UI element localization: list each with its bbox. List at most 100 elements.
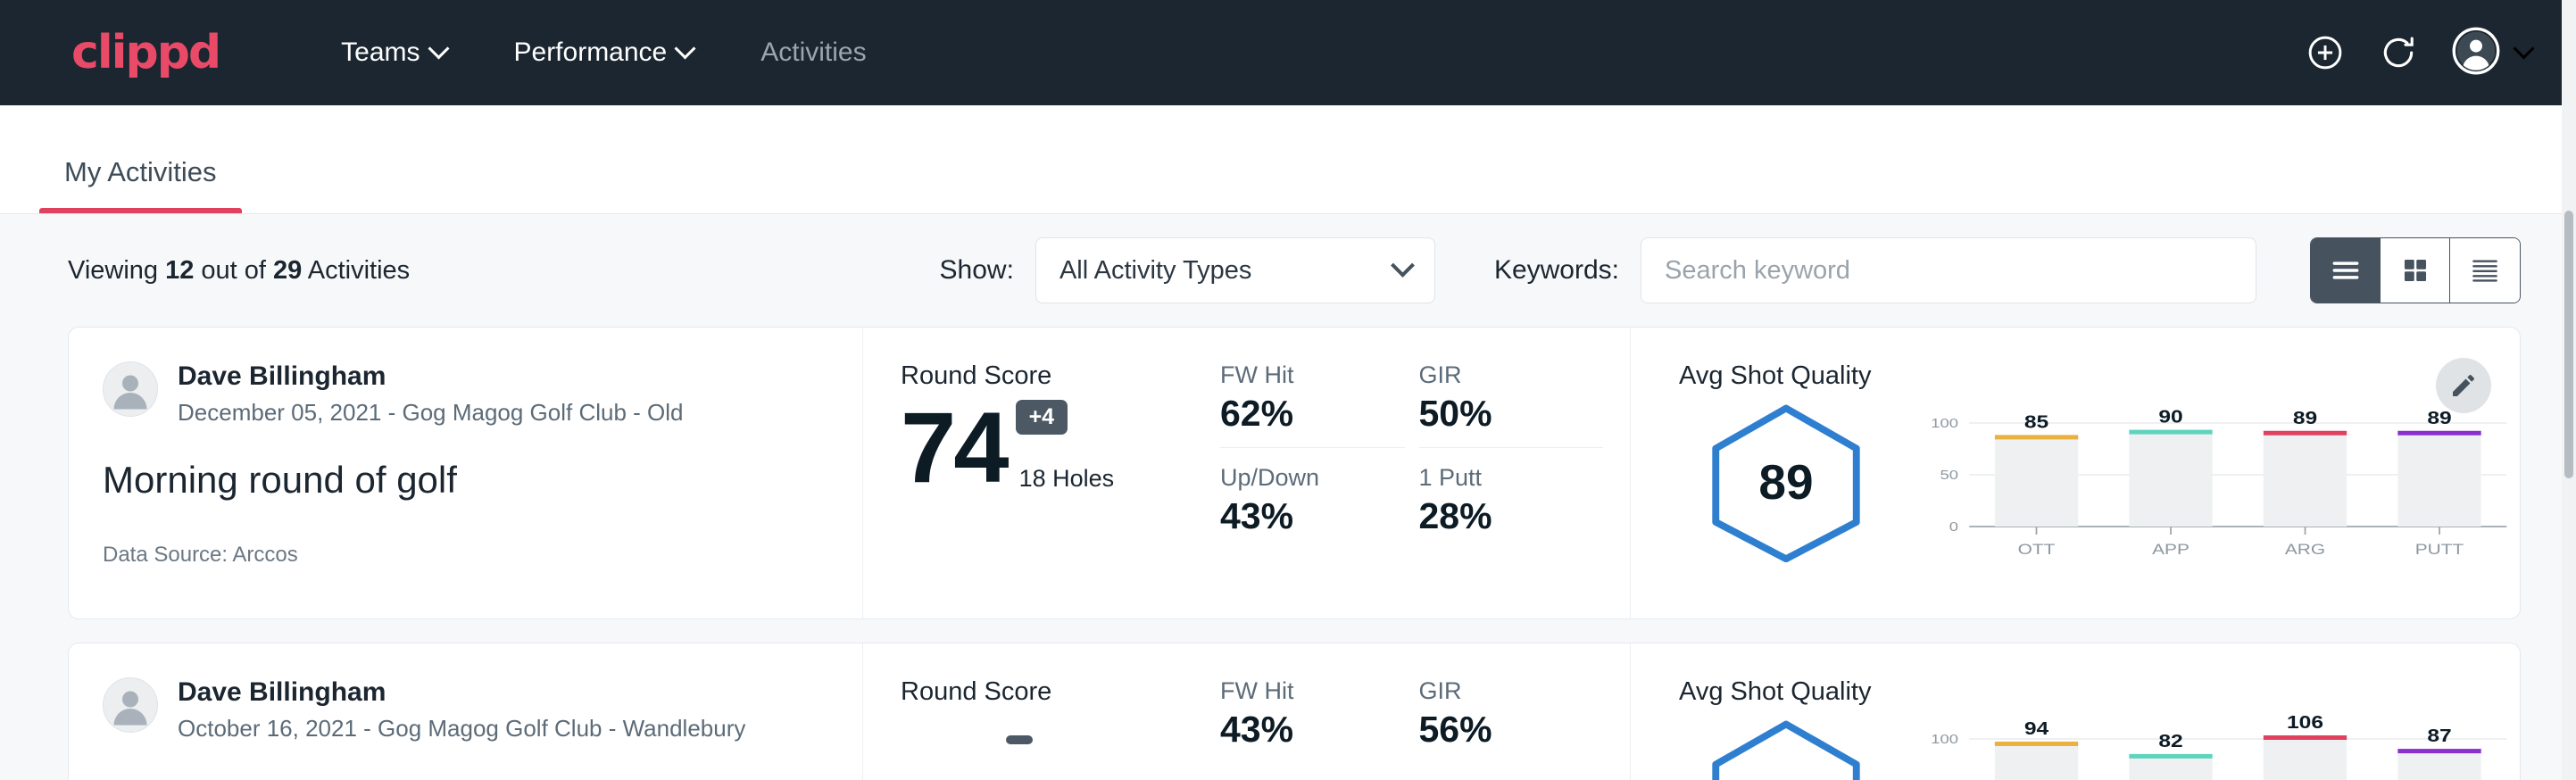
svg-text:0: 0 bbox=[1949, 519, 1958, 535]
stat-gir-value: 56% bbox=[1419, 709, 1604, 751]
activity-summary: Dave Billingham October 16, 2021 - Gog M… bbox=[69, 643, 863, 780]
score-to-par-badge: +4 bbox=[1016, 400, 1068, 435]
add-circle-icon[interactable] bbox=[2306, 33, 2345, 72]
shot-quality-bar-chart: 05010085OTT90APP89ARG89PUTT bbox=[1906, 396, 2520, 566]
data-source-label: Data Source: Arccos bbox=[103, 543, 827, 568]
chevron-down-icon bbox=[1391, 253, 1415, 278]
round-score-row: 74 +4 18 Holes bbox=[901, 398, 1220, 498]
account-menu[interactable] bbox=[2452, 27, 2531, 79]
svg-text:89: 89 bbox=[2293, 408, 2317, 427]
avatar bbox=[103, 361, 158, 417]
stat-gir-label: GIR bbox=[1419, 677, 1604, 705]
activity-date-course: October 16, 2021 - Gog Magog Golf Club -… bbox=[178, 715, 745, 743]
viewing-middle: out of bbox=[194, 256, 273, 285]
nav-item-teams[interactable]: Teams bbox=[307, 37, 479, 68]
activity-user: Dave Billingham October 16, 2021 - Gog M… bbox=[103, 677, 827, 743]
chevron-down-icon bbox=[675, 37, 696, 59]
chevron-down-icon bbox=[428, 37, 449, 59]
activity-card[interactable]: Dave Billingham December 05, 2021 - Gog … bbox=[68, 327, 2521, 619]
svg-text:100: 100 bbox=[1931, 732, 1958, 747]
stat-fw-hit: FW Hit 43% bbox=[1220, 677, 1405, 763]
activity-type-select-value: All Activity Types bbox=[1059, 256, 1251, 286]
svg-text:PUTT: PUTT bbox=[2415, 542, 2464, 559]
page-scrollbar[interactable] bbox=[2562, 0, 2576, 780]
stat-fw-hit-value: 43% bbox=[1220, 709, 1405, 751]
stat-one-putt-label: 1 Putt bbox=[1419, 464, 1604, 492]
top-navigation-bar: clippd Teams Performance Activities bbox=[0, 0, 2576, 105]
stat-one-putt: 1 Putt 28% bbox=[1419, 464, 1604, 550]
activity-card[interactable]: Dave Billingham October 16, 2021 - Gog M… bbox=[68, 643, 2521, 780]
round-score-section: Round Score 74 +4 18 Holes bbox=[863, 328, 1220, 618]
nav-item-teams-label: Teams bbox=[341, 37, 420, 68]
svg-text:85: 85 bbox=[2024, 412, 2048, 432]
activity-type-select[interactable]: All Activity Types bbox=[1035, 237, 1435, 303]
viewing-prefix: Viewing bbox=[68, 256, 165, 285]
stat-fw-hit-label: FW Hit bbox=[1220, 361, 1405, 389]
avg-shot-quality-label: Avg Shot Quality bbox=[1679, 677, 2520, 707]
filter-controls: Show: All Activity Types Keywords: bbox=[940, 237, 2521, 303]
activity-user: Dave Billingham December 05, 2021 - Gog … bbox=[103, 361, 827, 427]
svg-text:ARG: ARG bbox=[2285, 542, 2325, 559]
score-to-par-badge bbox=[1006, 735, 1033, 744]
stat-up-down-label: Up/Down bbox=[1220, 464, 1405, 492]
stat-up-down-value: 43% bbox=[1220, 495, 1405, 537]
account-avatar-icon bbox=[2452, 27, 2500, 79]
keywords-label: Keywords: bbox=[1494, 255, 1619, 286]
round-stats-grid: FW Hit 43% GIR 56% bbox=[1220, 643, 1631, 780]
user-name: Dave Billingham bbox=[178, 677, 745, 707]
scrollbar-thumb[interactable] bbox=[2564, 211, 2573, 478]
svg-text:OTT: OTT bbox=[2018, 542, 2056, 559]
tab-my-activities[interactable]: My Activities bbox=[39, 156, 242, 213]
svg-text:87: 87 bbox=[2427, 726, 2451, 745]
user-name: Dave Billingham bbox=[178, 361, 684, 391]
clippd-logo[interactable]: clippd bbox=[71, 26, 220, 79]
avg-shot-quality-section: Avg Shot Quality 05010094OTT82APP106ARG8… bbox=[1631, 643, 2520, 780]
round-score-label: Round Score bbox=[901, 677, 1220, 707]
round-score-value: 74 bbox=[901, 398, 1007, 498]
quality-score-value: 89 bbox=[1701, 453, 1871, 510]
quality-hexagon bbox=[1679, 712, 1893, 780]
show-label: Show: bbox=[940, 255, 1014, 286]
round-stats-grid: FW Hit 62% GIR 50% Up/Down 43% 1 Putt 28… bbox=[1220, 328, 1631, 618]
activity-date-course: December 05, 2021 - Gog Magog Golf Club … bbox=[178, 399, 684, 427]
activity-user-text: Dave Billingham October 16, 2021 - Gog M… bbox=[178, 677, 745, 743]
avg-shot-quality-body: 89 05010085OTT90APP89ARG89PUTT bbox=[1679, 396, 2520, 566]
stat-gir-value: 50% bbox=[1419, 393, 1604, 435]
activities-list: Dave Billingham December 05, 2021 - Gog … bbox=[0, 327, 2576, 780]
stat-fw-hit: FW Hit 62% bbox=[1220, 361, 1405, 448]
stat-gir-label: GIR bbox=[1419, 361, 1604, 389]
refresh-icon[interactable] bbox=[2379, 33, 2418, 72]
stat-fw-hit-value: 62% bbox=[1220, 393, 1405, 435]
holes-played: 18 Holes bbox=[1019, 465, 1115, 493]
activity-user-text: Dave Billingham December 05, 2021 - Gog … bbox=[178, 361, 684, 427]
search-input[interactable] bbox=[1641, 237, 2256, 303]
stat-fw-hit-label: FW Hit bbox=[1220, 677, 1405, 705]
svg-text:100: 100 bbox=[1931, 416, 1958, 431]
nav-item-activities-label: Activities bbox=[760, 37, 866, 68]
activity-title: Morning round of golf bbox=[103, 459, 827, 502]
round-score-row bbox=[901, 714, 1220, 744]
avatar bbox=[103, 677, 158, 733]
stat-up-down: Up/Down 43% bbox=[1220, 464, 1405, 550]
view-toggle-list[interactable] bbox=[2311, 238, 2381, 303]
round-score-extras: +4 18 Holes bbox=[1016, 400, 1115, 498]
chevron-down-icon bbox=[2513, 37, 2534, 59]
svg-text:50: 50 bbox=[1940, 468, 1957, 483]
activities-count-text: Viewing 12 out of 29 Activities bbox=[68, 256, 410, 286]
edit-activity-button[interactable] bbox=[2436, 358, 2491, 413]
filter-toolbar: Viewing 12 out of 29 Activities Show: Al… bbox=[0, 214, 2576, 327]
avg-shot-quality-body: 05010094OTT82APP106ARG87PUTT bbox=[1679, 712, 2520, 780]
page-tab-bar: My Activities bbox=[0, 105, 2576, 214]
nav-right-actions bbox=[2306, 27, 2531, 79]
nav-item-performance-label: Performance bbox=[514, 37, 668, 68]
svg-text:APP: APP bbox=[2152, 542, 2190, 559]
view-toggle-grid[interactable] bbox=[2381, 238, 2450, 303]
nav-item-performance[interactable]: Performance bbox=[480, 37, 727, 68]
main-nav-items: Teams Performance Activities bbox=[307, 37, 900, 68]
viewing-count: 12 bbox=[165, 256, 194, 285]
viewing-suffix: Activities bbox=[302, 256, 410, 285]
view-toggle-detail[interactable] bbox=[2450, 238, 2520, 303]
stat-one-putt-value: 28% bbox=[1419, 495, 1604, 537]
avg-shot-quality-section: Avg Shot Quality 89 05010085OTT90APP89AR… bbox=[1631, 328, 2520, 618]
nav-item-activities[interactable]: Activities bbox=[727, 37, 900, 68]
